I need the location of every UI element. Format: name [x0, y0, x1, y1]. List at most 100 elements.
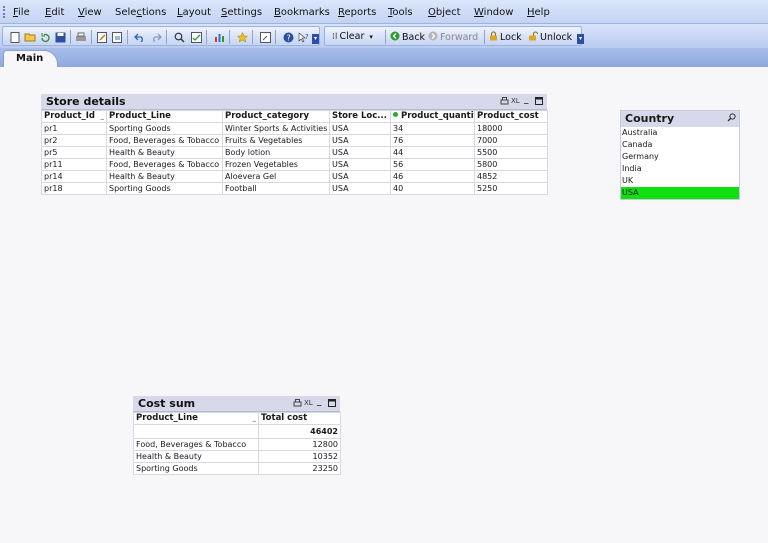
cell-store-location[interactable]: USA	[329, 146, 391, 159]
column-header-product-line[interactable]: Product_Line _	[133, 412, 259, 425]
cell-product-cost[interactable]: 7000	[474, 134, 548, 147]
print-icon[interactable]	[500, 97, 509, 108]
cell-total-cost[interactable]: 23250	[258, 462, 341, 475]
clear-button[interactable]: ⁞I Clear ▾	[332, 31, 373, 42]
redo-icon[interactable]	[150, 31, 162, 43]
cell-product-category[interactable]: Body lotion	[222, 146, 330, 159]
chart-icon[interactable]	[213, 31, 225, 43]
cell-product-line[interactable]: Sporting Goods	[106, 122, 223, 135]
send-to-excel-button[interactable]: XL	[511, 97, 520, 105]
list-item[interactable]: Canada	[621, 139, 739, 151]
menu-selections[interactable]: Selections	[115, 7, 166, 18]
menu-settings[interactable]: Settings	[221, 7, 262, 18]
cell-product-cost[interactable]: 5500	[474, 146, 548, 159]
bookmark-star-icon[interactable]	[236, 31, 248, 43]
current-selections-icon[interactable]	[190, 31, 202, 43]
send-to-excel-button[interactable]: XL	[304, 399, 313, 407]
list-item[interactable]: India	[621, 163, 739, 175]
list-item[interactable]: UK	[621, 175, 739, 187]
column-header-product-line[interactable]: Product_Line	[106, 110, 223, 123]
store-details-caption[interactable]: Store details XL _	[41, 94, 547, 110]
print-icon[interactable]	[75, 31, 87, 43]
cell-store-location[interactable]: USA	[329, 170, 391, 183]
table-row[interactable]: Sporting Goods 23250	[133, 462, 341, 475]
menu-file[interactable]: File	[13, 7, 30, 18]
country-caption[interactable]: Country	[621, 111, 739, 127]
minimize-button[interactable]: _	[317, 397, 322, 407]
column-header-product-category[interactable]: Product_category	[222, 110, 330, 123]
menu-help[interactable]: Help	[527, 7, 550, 18]
cell-total-cost[interactable]: 10352	[258, 450, 341, 463]
cell-product-quantity[interactable]: 44	[390, 146, 475, 159]
undo-icon[interactable]	[133, 31, 145, 43]
table-row[interactable]: pr1 Sporting Goods Winter Sports & Activit…	[41, 122, 548, 135]
column-header-product-id[interactable]: Product_Id _	[41, 110, 107, 123]
cell-store-location[interactable]: USA	[329, 134, 391, 147]
cell-product-line[interactable]: Health & Beauty	[106, 170, 223, 183]
reload-icon[interactable]	[39, 31, 51, 43]
cell-product-category[interactable]: Football	[222, 182, 330, 195]
maximize-button[interactable]	[535, 97, 543, 107]
menu-edit[interactable]: Edit	[45, 7, 64, 18]
menu-view[interactable]: View	[78, 7, 102, 18]
cell-product-line[interactable]: Sporting Goods	[106, 182, 223, 195]
table-row[interactable]: Food, Beverages & Tobacco 12800	[133, 438, 341, 451]
cell-product-line[interactable]: Food, Beverages & Tobacco	[133, 438, 259, 451]
cell-product-id[interactable]: pr5	[41, 146, 107, 159]
unlock-button[interactable]: Unlock	[528, 31, 572, 44]
menu-window[interactable]: Window	[474, 7, 513, 18]
cell-product-cost[interactable]: 5250	[474, 182, 548, 195]
menu-reports[interactable]: Reports	[338, 7, 376, 18]
cell-store-location[interactable]: USA	[329, 182, 391, 195]
cell-product-category[interactable]: Frozen Vegetables	[222, 158, 330, 171]
cell-product-category[interactable]: Fruits & Vegetables	[222, 134, 330, 147]
table-row[interactable]: pr11 Food, Beverages & Tobacco Frozen Vege…	[41, 158, 548, 171]
cell-product-quantity[interactable]: 56	[390, 158, 475, 171]
cell-product-cost[interactable]: 5800	[474, 158, 548, 171]
cell-product-category[interactable]: Winter Sports & Activities	[222, 122, 330, 135]
tab-main[interactable]: Main	[3, 50, 58, 67]
save-icon[interactable]	[54, 31, 66, 43]
cell-product-quantity[interactable]: 46	[390, 170, 475, 183]
cell-product-line[interactable]: Food, Beverages & Tobacco	[106, 158, 223, 171]
toolbar-overflow-button[interactable]: ▾	[577, 34, 584, 44]
cell-store-location[interactable]: USA	[329, 158, 391, 171]
edit-module-icon[interactable]	[259, 31, 271, 43]
open-folder-icon[interactable]	[24, 31, 36, 43]
menu-tools[interactable]: Tools	[388, 7, 413, 18]
cell-product-line[interactable]: Food, Beverages & Tobacco	[106, 134, 223, 147]
cell-product-quantity[interactable]: 40	[390, 182, 475, 195]
cost-sum-caption[interactable]: Cost sum XL _	[133, 396, 340, 412]
cell-product-id[interactable]: pr1	[41, 122, 107, 135]
column-header-total-cost[interactable]: Total cost	[258, 412, 341, 425]
context-help-icon[interactable]: ?	[298, 31, 310, 43]
menu-object[interactable]: Object	[428, 7, 461, 18]
column-header-store-location[interactable]: Store Loc...	[329, 110, 391, 123]
cell-product-line[interactable]: Health & Beauty	[106, 146, 223, 159]
cell-product-id[interactable]: pr18	[41, 182, 107, 195]
cell-total-cost[interactable]: 12800	[258, 438, 341, 451]
menubar-grip[interactable]	[3, 6, 5, 18]
forward-button[interactable]: Forward	[428, 31, 478, 44]
column-header-product-quantity[interactable]: Product_quantity	[390, 110, 475, 123]
edit-script-icon[interactable]	[96, 31, 108, 43]
search-icon[interactable]	[173, 31, 185, 43]
cell-product-quantity[interactable]: 76	[390, 134, 475, 147]
table-row[interactable]: Health & Beauty 10352	[133, 450, 341, 463]
cell-store-location[interactable]: USA	[329, 122, 391, 135]
table-row[interactable]: pr14 Health & Beauty Aloevera Gel USA 46 4852	[41, 170, 548, 183]
menu-bookmarks[interactable]: Bookmarks	[274, 7, 330, 18]
total-cost-value[interactable]: 46402	[258, 424, 341, 439]
cell-product-cost[interactable]: 18000	[474, 122, 548, 135]
cell-product-id[interactable]: pr14	[41, 170, 107, 183]
toolbar-overflow-button[interactable]: ▾	[312, 34, 319, 44]
column-header-product-cost[interactable]: Product_cost	[474, 110, 548, 123]
reload-data-icon[interactable]	[111, 31, 123, 43]
cell-product-quantity[interactable]: 34	[390, 122, 475, 135]
cell-product-line[interactable]: Health & Beauty	[133, 450, 259, 463]
cell-product-id[interactable]: pr11	[41, 158, 107, 171]
cell-product-id[interactable]: pr2	[41, 134, 107, 147]
list-item[interactable]: Australia	[621, 127, 739, 139]
menu-layout[interactable]: Layout	[177, 7, 211, 18]
table-row[interactable]: pr18 Sporting Goods Football USA 40 5250	[41, 182, 548, 195]
